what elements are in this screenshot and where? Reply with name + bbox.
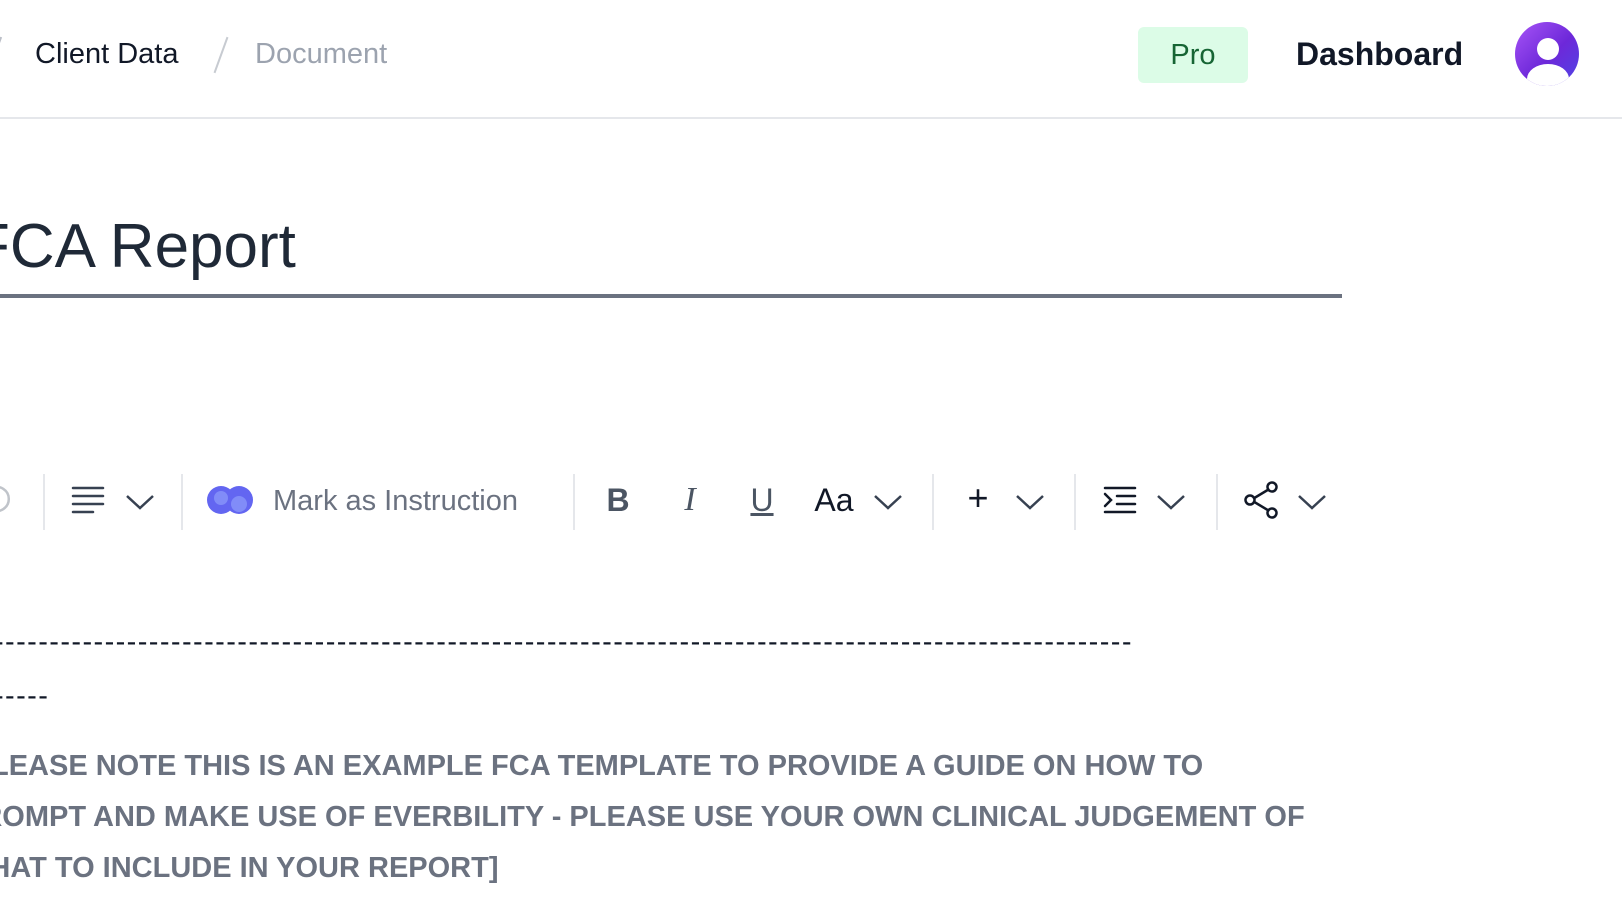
user-avatar[interactable] <box>1515 22 1579 86</box>
align-text-icon[interactable] <box>70 482 106 518</box>
toolbar-divider <box>181 474 183 530</box>
divider-text-line: ----- <box>0 680 50 712</box>
redo-icon[interactable] <box>0 480 18 520</box>
chevron-down-icon[interactable] <box>1296 488 1328 516</box>
document-body[interactable]: ----------------------------------------… <box>0 615 1340 894</box>
share-icon[interactable] <box>1242 480 1280 520</box>
font-size-button[interactable]: Aa <box>812 480 856 520</box>
underline-button[interactable]: U <box>742 480 782 520</box>
top-bar: Client Data Document Pro Dashboard <box>0 0 1622 119</box>
toolbar-divider <box>573 474 575 530</box>
bold-button[interactable]: B <box>598 480 638 520</box>
toolbar-divider <box>1216 474 1218 530</box>
insert-button[interactable]: + <box>960 477 996 518</box>
user-icon-head <box>1537 38 1559 60</box>
breadcrumb-document: Document <box>255 38 388 70</box>
chevron-down-icon[interactable] <box>1155 488 1187 516</box>
divider-text-line: ----------------------------------------… <box>0 626 1133 658</box>
toolbar-divider <box>43 474 45 530</box>
breadcrumb-client-data[interactable]: Client Data <box>35 34 178 74</box>
breadcrumb-separator <box>0 36 3 72</box>
dashboard-link[interactable]: Dashboard <box>1296 32 1463 76</box>
toolbar-divider <box>932 474 934 530</box>
instruction-icon <box>207 486 253 514</box>
breadcrumb-separator <box>213 36 229 74</box>
pro-badge[interactable]: Pro <box>1138 27 1248 83</box>
italic-button[interactable]: I <box>670 480 710 520</box>
editor-toolbar: Mark as Instruction B I U Aa + <box>0 470 1340 530</box>
user-icon-body <box>1527 64 1569 86</box>
indent-icon[interactable] <box>1102 482 1138 518</box>
mark-instruction-label: Mark as Instruction <box>273 485 518 517</box>
instruction-note: [PLEASE NOTE THIS IS AN EXAMPLE FCA TEMP… <box>0 750 1305 884</box>
chevron-down-icon[interactable] <box>124 488 156 516</box>
chevron-down-icon[interactable] <box>1014 488 1046 516</box>
document-title-input[interactable] <box>0 198 1342 298</box>
chevron-down-icon[interactable] <box>872 488 904 516</box>
toolbar-divider <box>1074 474 1076 530</box>
